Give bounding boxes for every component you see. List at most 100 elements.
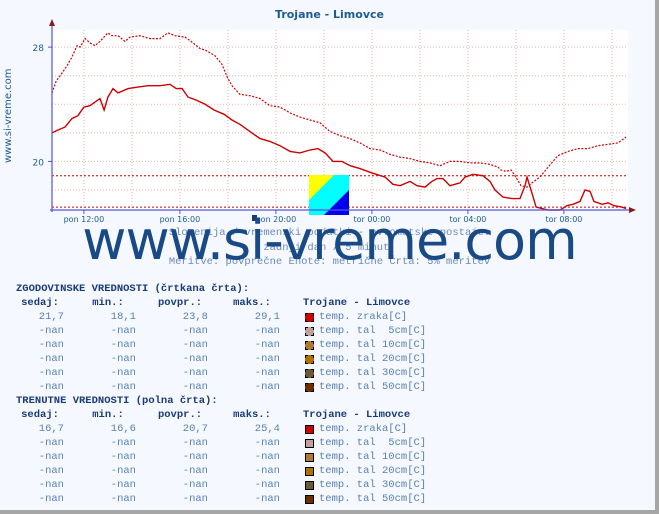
value-max: -nan — [254, 465, 280, 477]
value-max: -nan — [254, 381, 280, 393]
value-avg: -nan — [182, 367, 208, 379]
chart: 2028 pon 12:00 pon 16:00 pon 20:00 tor 00:0… — [33, 19, 636, 224]
value-max: -nan — [254, 339, 280, 351]
legend-label: temp. tal 10cm[C] — [319, 339, 427, 351]
value-max: 25,4 — [254, 423, 280, 435]
value-now: -nan — [38, 451, 64, 463]
logo-icon — [309, 175, 349, 215]
col-max: maks.: — [233, 297, 271, 309]
station-name: Trojane - Limovce — [303, 297, 411, 309]
table-row: -nan -nan -nan -nan temp. tal 50cm[C] — [0, 381, 450, 395]
value-max: -nan — [254, 367, 280, 379]
col-min: min.: — [92, 409, 124, 421]
table-row: -nan -nan -nan -nan temp. tal 30cm[C] — [0, 367, 450, 381]
value-avg: -nan — [182, 325, 208, 337]
value-min: -nan — [110, 381, 136, 393]
value-avg: -nan — [182, 437, 208, 449]
value-avg: -nan — [182, 381, 208, 393]
historical-column-headers: sedaj: min.: povpr.: maks.: Trojane - Li… — [0, 297, 450, 311]
value-avg: -nan — [182, 479, 208, 491]
value-now: -nan — [38, 353, 64, 365]
value-min: -nan — [110, 325, 136, 337]
table-row: -nan -nan -nan -nan temp. tal 50cm[C] — [0, 493, 450, 507]
x-tick-label: tor 08:00 — [545, 215, 582, 224]
value-avg: -nan — [182, 465, 208, 477]
legend-swatch-icon — [305, 313, 314, 322]
table-row: -nan -nan -nan -nan temp. tal 5cm[C] — [0, 325, 450, 339]
y-ticks: 2028 — [33, 44, 52, 168]
value-max: -nan — [254, 325, 280, 337]
legend-swatch-icon — [305, 467, 314, 476]
value-avg: -nan — [182, 493, 208, 505]
historical-header: ZGODOVINSKE VREDNOSTI (črtkana črta): — [16, 283, 250, 295]
value-min: -nan — [110, 479, 136, 491]
legend-swatch-icon — [305, 481, 314, 490]
y-tick-label: 20 — [33, 158, 45, 168]
value-avg: -nan — [182, 353, 208, 365]
value-avg: 20,7 — [182, 423, 208, 435]
x-tick-label: tor 04:00 — [449, 215, 486, 224]
x-tick-label: pon 20:00 — [256, 215, 297, 224]
value-avg: -nan — [182, 451, 208, 463]
value-min: -nan — [110, 437, 136, 449]
legend-swatch-icon — [305, 383, 314, 392]
legend-label: temp. tal 10cm[C] — [319, 451, 427, 463]
legend-swatch-icon — [305, 453, 314, 462]
value-now: -nan — [38, 367, 64, 379]
x-axis-arrow-icon — [629, 207, 636, 213]
x-tick-label: pon 16:00 — [160, 215, 201, 224]
col-now: sedaj: — [21, 297, 59, 309]
y-tick-label: 28 — [33, 44, 45, 54]
value-min: 16,6 — [110, 423, 136, 435]
caption-line-1: Slovenija / vremenski podatki - avtomats… — [168, 227, 491, 239]
value-now: -nan — [38, 465, 64, 477]
table-row: -nan -nan -nan -nan temp. tal 30cm[C] — [0, 479, 450, 493]
table-row: 16,7 16,6 20,7 25,4 temp. zraka[C] — [0, 423, 450, 437]
table-row: -nan -nan -nan -nan temp. tal 20cm[C] — [0, 465, 450, 479]
legend-swatch-icon — [305, 355, 314, 364]
legend-swatch-icon — [305, 327, 314, 336]
current-time-marker — [252, 215, 257, 221]
value-avg: -nan — [182, 339, 208, 351]
value-min: -nan — [110, 339, 136, 351]
col-avg: povpr.: — [157, 297, 203, 309]
table-row: -nan -nan -nan -nan temp. tal 20cm[C] — [0, 353, 450, 367]
value-max: -nan — [254, 451, 280, 463]
value-max: -nan — [254, 479, 280, 491]
current-header: TRENUTNE VREDNOSTI (polna črta): — [16, 395, 218, 407]
caption-line-3: Meritve: povprečne Enote: metrične Črta:… — [168, 256, 491, 268]
table-row: -nan -nan -nan -nan temp. tal 10cm[C] — [0, 451, 450, 465]
legend-swatch-icon — [305, 369, 314, 378]
table-row: -nan -nan -nan -nan temp. tal 10cm[C] — [0, 339, 450, 353]
y-axis-arrow-icon — [49, 19, 55, 26]
value-now: -nan — [38, 479, 64, 491]
value-min: -nan — [110, 451, 136, 463]
value-now: -nan — [38, 325, 64, 337]
legend-label: temp. tal 30cm[C] — [319, 367, 427, 379]
value-min: -nan — [110, 493, 136, 505]
value-avg: 23,8 — [182, 311, 208, 323]
value-max: 29,1 — [254, 311, 280, 323]
value-min: -nan — [110, 465, 136, 477]
value-now: 16,7 — [38, 423, 64, 435]
station-name: Trojane - Limovce — [303, 409, 411, 421]
value-max: -nan — [254, 493, 280, 505]
caption-line-2: zadnji dan / 5 minut. — [263, 242, 396, 254]
col-min: min.: — [92, 297, 124, 309]
table-row: 21,7 18,1 23,8 29,1 temp. zraka[C] — [0, 311, 450, 325]
legend-label: temp. tal 50cm[C] — [319, 381, 427, 393]
x-tick-label: pon 12:00 — [64, 215, 105, 224]
value-now: -nan — [38, 381, 64, 393]
current-column-headers: sedaj: min.: povpr.: maks.: Trojane - Li… — [0, 409, 450, 423]
value-max: -nan — [254, 437, 280, 449]
value-min: -nan — [110, 353, 136, 365]
legend-label: temp. tal 20cm[C] — [319, 353, 427, 365]
value-now: 21,7 — [38, 311, 64, 323]
value-now: -nan — [38, 493, 64, 505]
legend-label: temp. tal 5cm[C] — [319, 437, 427, 449]
legend-swatch-icon — [305, 439, 314, 448]
legend-swatch-icon — [305, 425, 314, 434]
legend-label: temp. tal 50cm[C] — [319, 493, 427, 505]
legend-swatch-icon — [305, 495, 314, 504]
value-max: -nan — [254, 353, 280, 365]
